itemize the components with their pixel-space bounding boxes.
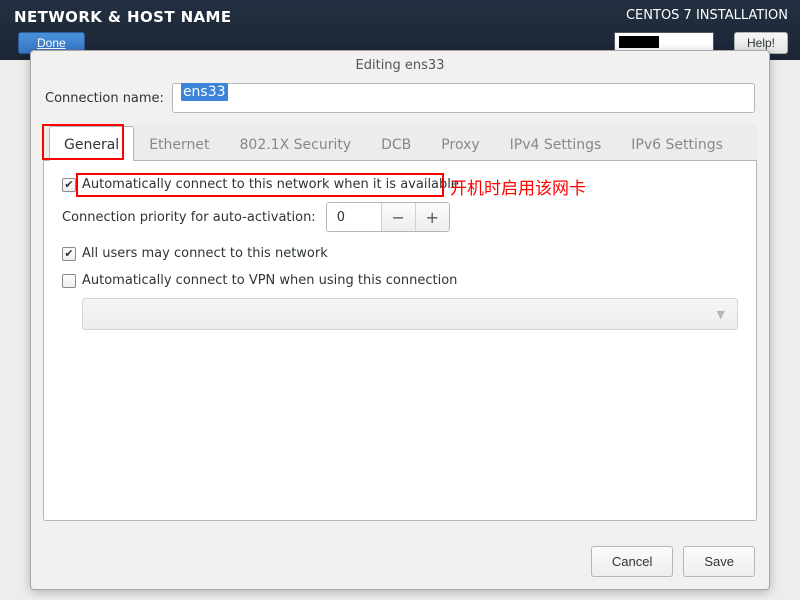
- chevron-down-icon: ▼: [717, 308, 725, 321]
- connection-name-value: ens33: [181, 83, 228, 101]
- tabstrip: General Ethernet 802.1X Security DCB Pro…: [43, 125, 757, 161]
- keyboard-layout-input[interactable]: [614, 32, 714, 52]
- tab-proxy[interactable]: Proxy: [426, 126, 494, 161]
- auto-connect-checkbox[interactable]: [62, 178, 76, 192]
- auto-connect-row: Automatically connect to this network wh…: [62, 177, 738, 192]
- auto-vpn-label: Automatically connect to VPN when using …: [82, 273, 457, 288]
- priority-row: Connection priority for auto-activation:…: [62, 202, 738, 232]
- dialog-title: Editing ens33: [31, 51, 769, 83]
- tab-ipv4[interactable]: IPv4 Settings: [495, 126, 617, 161]
- tab-ethernet[interactable]: Ethernet: [134, 126, 224, 161]
- save-button[interactable]: Save: [683, 546, 755, 577]
- connection-name-input[interactable]: ens33: [172, 83, 755, 113]
- tab-body-general: Automatically connect to this network wh…: [43, 161, 757, 521]
- edit-connection-dialog: Editing ens33 Connection name: ens33 Gen…: [30, 50, 770, 590]
- installer-brand: CENTOS 7 INSTALLATION: [626, 8, 788, 23]
- tabs: General Ethernet 802.1X Security DCB Pro…: [43, 125, 757, 521]
- tab-ipv6[interactable]: IPv6 Settings: [616, 126, 738, 161]
- tab-dcb[interactable]: DCB: [366, 126, 426, 161]
- auto-vpn-row: Automatically connect to VPN when using …: [62, 273, 738, 288]
- tab-general[interactable]: General: [49, 126, 134, 161]
- auto-connect-label: Automatically connect to this network wh…: [82, 177, 459, 192]
- priority-label: Connection priority for auto-activation:: [62, 210, 316, 225]
- connection-name-row: Connection name: ens33: [31, 83, 769, 125]
- priority-value[interactable]: 0: [327, 203, 381, 231]
- auto-vpn-checkbox[interactable]: [62, 274, 76, 288]
- vpn-select[interactable]: ▼: [82, 298, 738, 330]
- all-users-label: All users may connect to this network: [82, 246, 328, 261]
- all-users-row: All users may connect to this network: [62, 246, 738, 261]
- tab-security[interactable]: 802.1X Security: [225, 126, 367, 161]
- connection-name-label: Connection name:: [45, 91, 164, 106]
- priority-decrement[interactable]: −: [381, 203, 415, 231]
- priority-increment[interactable]: +: [415, 203, 449, 231]
- page-title: NETWORK & HOST NAME: [14, 8, 232, 26]
- dialog-buttons: Cancel Save: [591, 546, 755, 577]
- cancel-button[interactable]: Cancel: [591, 546, 673, 577]
- all-users-checkbox[interactable]: [62, 247, 76, 261]
- priority-spinner[interactable]: 0 − +: [326, 202, 450, 232]
